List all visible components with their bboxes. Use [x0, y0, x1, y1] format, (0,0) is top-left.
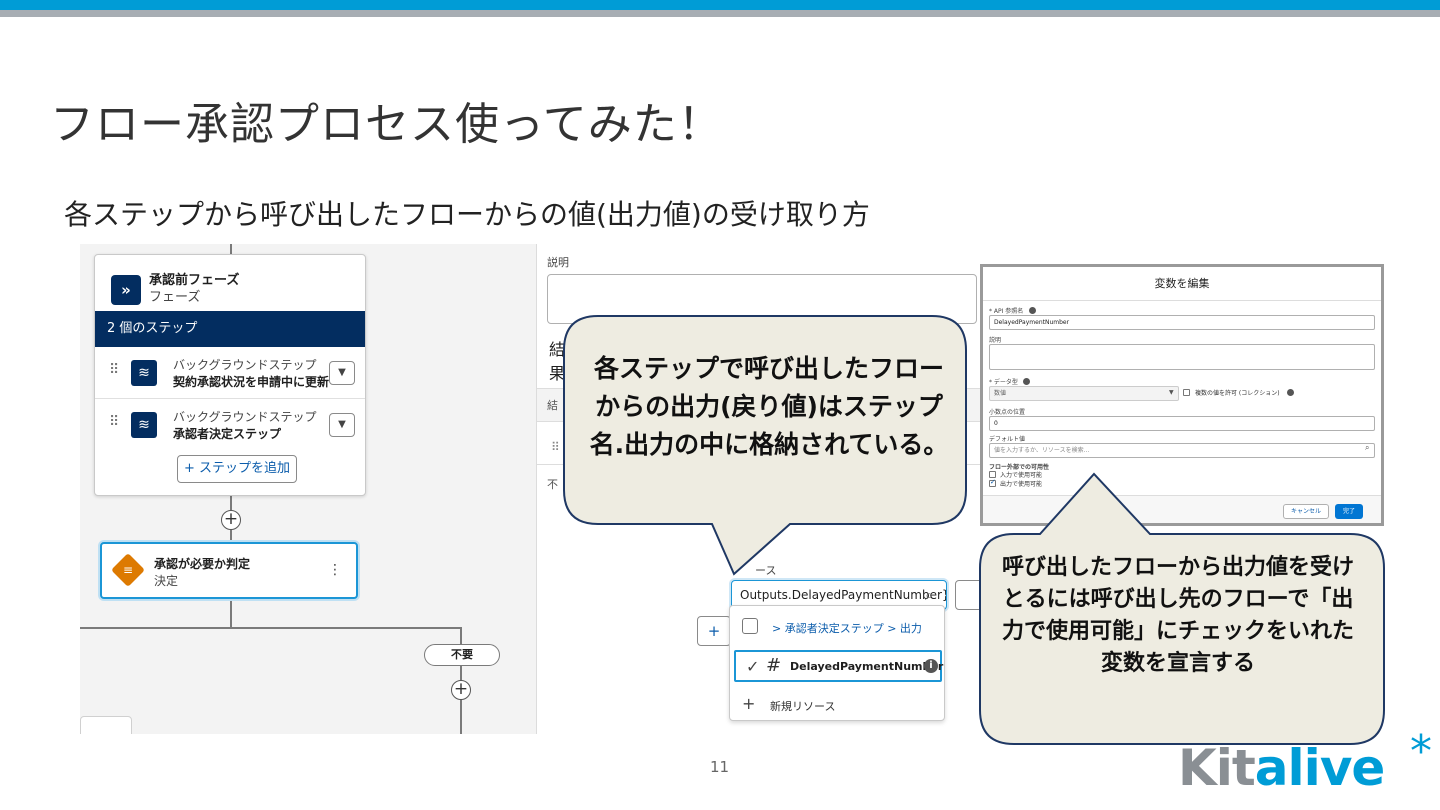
phase-card[interactable]: » 承認前フェーズ フェーズ 2 個のステップ ⠿ ≋ バックグラウンドステップ… — [94, 254, 366, 496]
drag-handle-icon[interactable]: ⠿ — [551, 440, 560, 454]
step-menu-button[interactable]: ▼ — [329, 361, 355, 385]
chevron-double-icon: » — [111, 275, 141, 305]
info-icon[interactable] — [1029, 307, 1036, 314]
step-menu-button[interactable]: ▼ — [329, 413, 355, 437]
phase-type: フェーズ — [149, 290, 201, 305]
cancel-button[interactable]: キャンセル — [1283, 504, 1329, 519]
logo-part2: alive — [1254, 739, 1386, 797]
connector-line — [230, 496, 232, 510]
result-label: 結 — [549, 340, 566, 359]
data-type-label: * データ型 — [989, 379, 1018, 386]
search-icon[interactable]: ⌕ — [925, 586, 933, 604]
steps-header: 2 個のステップ — [95, 311, 365, 347]
resource-dropdown[interactable]: > 承認者決定ステップ > 出力 ✓ # DelayedPaymentNumbe… — [729, 605, 945, 721]
available-input-label: 入力で使用可能 — [1000, 472, 1043, 479]
resource-path[interactable]: > 承認者決定ステップ > 出力 — [772, 620, 922, 636]
chevron-down-icon[interactable]: ▼ — [1169, 389, 1174, 396]
drag-handle-icon[interactable]: ⠿ — [109, 415, 119, 429]
slide-title: フロー承認プロセス使ってみた！ — [50, 99, 723, 150]
variable-name: DelayedPaymentNumber — [790, 660, 944, 673]
new-resource-label[interactable]: 新規リソース — [770, 698, 835, 714]
result-label: 果 — [549, 364, 566, 383]
description-textarea[interactable] — [989, 344, 1375, 370]
edit-variable-dialog: 変数を編集 * API 参照名 DelayedPaymentNumber 説明 … — [980, 264, 1384, 526]
partial-element — [80, 716, 132, 734]
top-accent-band — [0, 0, 1440, 10]
source-label: ース — [755, 564, 777, 577]
dropdown-selected-item[interactable]: ✓ # DelayedPaymentNumber i — [734, 650, 944, 682]
checkmark-icon: ✓ — [746, 657, 760, 676]
background-step-icon: ≋ — [131, 360, 157, 386]
add-button[interactable]: + — [697, 616, 731, 646]
top-gray-band — [0, 10, 1440, 17]
callout-text-output-variable: 呼び出したフローから出力値を受けとるには呼び出し先のフローで「出力で使用可能」に… — [1001, 555, 1354, 676]
available-output-checkbox[interactable] — [989, 478, 996, 487]
decimal-label: 小数点の位置 — [989, 409, 1026, 416]
decision-title: 承認が必要か判定 — [154, 557, 251, 571]
step-type: バックグラウンドステップ — [173, 410, 317, 424]
slide-subtitle: 各ステップから呼び出したフローからの値(出力値)の受け取り方 — [64, 198, 870, 231]
step-type: バックグラウンドステップ — [173, 358, 317, 372]
info-icon[interactable] — [1287, 389, 1294, 396]
flow-canvas[interactable]: » 承認前フェーズ フェーズ 2 個のステップ ⠿ ≋ バックグラウンドステップ… — [80, 244, 536, 734]
description-input[interactable] — [547, 274, 977, 324]
connector-line — [80, 627, 460, 629]
decision-icon: ≡ — [111, 553, 145, 587]
more-actions-icon[interactable]: ⋮ — [328, 562, 342, 578]
dropdown-path-item[interactable]: > 承認者決定ステップ > 出力 — [730, 608, 944, 644]
step-name: 承認者決定ステップ — [173, 427, 282, 441]
new-resource-item[interactable]: + 新規リソース — [730, 686, 944, 722]
checkbox[interactable] — [742, 618, 758, 634]
available-output-label: 出力で使用可能 — [1000, 481, 1043, 488]
decimal-input[interactable]: 0 — [989, 416, 1375, 431]
info-icon[interactable] — [1023, 378, 1030, 385]
partial-field[interactable] — [955, 580, 980, 610]
step-name: 契約承認状況を申請中に更新 — [173, 375, 330, 389]
add-step-button[interactable]: + ステップを追加 — [177, 455, 297, 483]
done-button[interactable]: 完了 — [1335, 504, 1363, 519]
plus-icon: + — [742, 694, 756, 713]
search-icon[interactable]: ⌕ — [1365, 443, 1369, 453]
info-icon[interactable]: i — [924, 659, 938, 673]
drag-handle-icon[interactable]: ⠿ — [109, 363, 119, 377]
logo-part1: Kit — [1178, 739, 1256, 797]
api-name-label: * API 参照名 — [989, 308, 1024, 315]
kitalive-logo: Kitalive * — [1178, 726, 1432, 798]
step-item[interactable]: ⠿ ≋ バックグラウンドステップ 承認者決定ステップ ▼ — [95, 399, 365, 451]
allow-multiple-checkbox[interactable] — [1183, 389, 1190, 396]
add-element-icon[interactable]: + — [451, 680, 471, 700]
description-label: 説明 — [989, 337, 1002, 344]
callout-text-output-storage: 各ステップで呼び出したフローからの出力(戻り値)はステップ名.出力の中に格納され… — [589, 354, 949, 459]
connector-line — [230, 530, 232, 542]
result-row: 不 — [537, 464, 980, 504]
add-element-icon[interactable]: + — [221, 510, 241, 530]
dialog-title: 変数を編集 — [983, 267, 1381, 301]
step-item[interactable]: ⠿ ≋ バックグラウンドステップ 契約承認状況を申請中に更新 ▼ — [95, 347, 365, 399]
api-name-input[interactable]: DelayedPaymentNumber — [989, 315, 1375, 330]
allow-multiple-label: 複数の値を許可 (コレクション) — [1195, 390, 1280, 397]
available-input-checkbox[interactable] — [989, 471, 996, 478]
description-label: 説明 — [547, 256, 569, 269]
dialog-footer: キャンセル 完了 — [983, 495, 1381, 523]
decision-type: 決定 — [154, 574, 179, 588]
outcome-label[interactable]: 不要 — [424, 644, 500, 666]
default-value-input[interactable]: 値を入力するか、リソースを検索... — [989, 443, 1375, 458]
number-type-icon: # — [766, 655, 782, 676]
page-number: 11 — [710, 758, 730, 776]
asterisk-icon: * — [1410, 726, 1432, 777]
background-step-icon: ≋ — [131, 412, 157, 438]
data-type-select[interactable]: 数値 — [989, 386, 1179, 401]
default-value-label: デフォルト値 — [989, 436, 1026, 443]
connector-line — [230, 599, 232, 627]
decision-card[interactable]: ≡ 承認が必要か判定 決定 ⋮ — [100, 542, 358, 599]
